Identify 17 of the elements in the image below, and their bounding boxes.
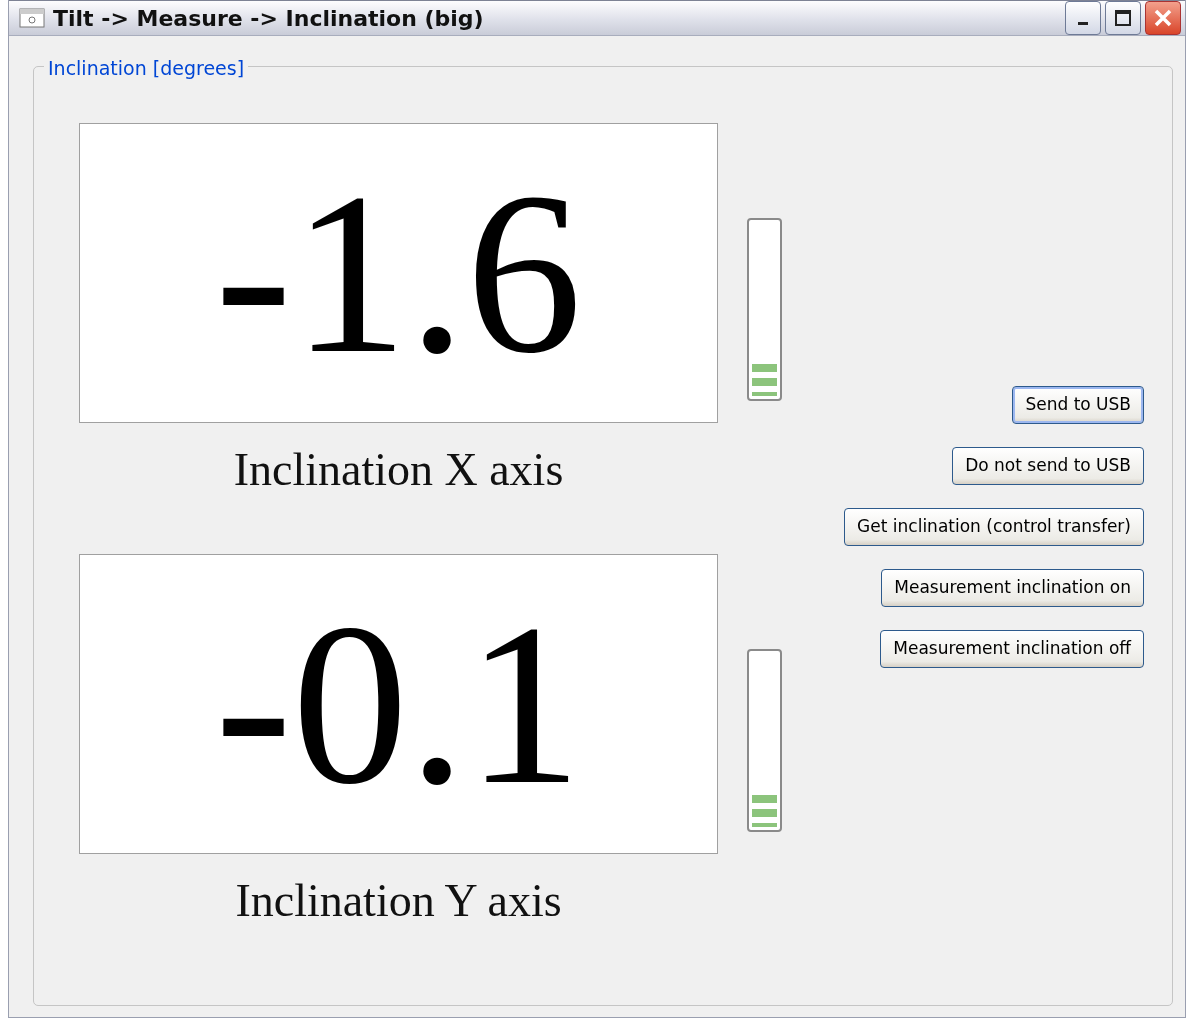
minimize-icon — [1078, 21, 1088, 25]
readout-label: Inclination X axis — [233, 443, 564, 497]
action-button[interactable]: Measurement inclination off — [880, 630, 1144, 668]
minimize-button[interactable] — [1065, 1, 1101, 35]
readout-value: -1.6 — [214, 186, 583, 360]
action-button[interactable]: Do not send to USB — [952, 447, 1144, 485]
readout-label: Inclination Y axis — [235, 874, 562, 928]
window-title: Tilt -> Measure -> Inclination (big) — [53, 4, 485, 33]
window-icon — [19, 7, 45, 29]
action-button[interactable]: Get inclination (control transfer) — [844, 508, 1144, 546]
close-icon — [1153, 8, 1173, 28]
action-button[interactable]: Measurement inclination on — [881, 569, 1144, 607]
close-button[interactable] — [1145, 1, 1181, 35]
maximize-icon — [1114, 9, 1132, 27]
action-button[interactable]: Send to USB — [1012, 386, 1144, 424]
readout-value: -0.1 — [214, 617, 583, 791]
maximize-button[interactable] — [1105, 1, 1141, 35]
